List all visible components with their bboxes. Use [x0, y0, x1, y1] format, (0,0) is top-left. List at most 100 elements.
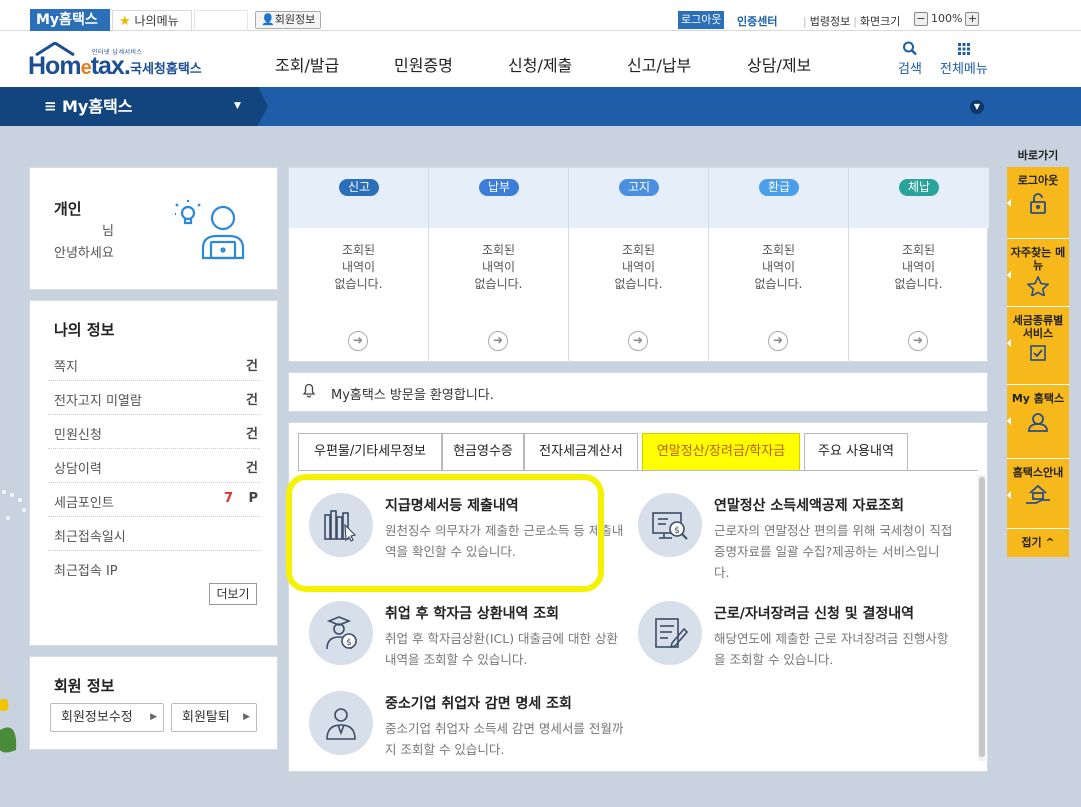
status-message: 조회된 내역이 없습니다.: [754, 243, 803, 291]
member-info-button[interactable]: 👤회원정보: [255, 11, 322, 29]
myhome-tab[interactable]: My홈택스: [30, 9, 110, 31]
all-menu-button[interactable]: 전체메뉴: [940, 40, 988, 77]
status-column-arrears: 체납 조회된 내역이 없습니다. ➜: [849, 168, 989, 363]
tax-points-value: 7: [223, 491, 233, 506]
status-column-notice: 고지 조회된 내역이 없습니다. ➜: [569, 168, 709, 363]
nav-item[interactable]: 신고/납부: [627, 52, 691, 76]
withdraw-button[interactable]: 회원탈퇴 ▶: [171, 703, 257, 732]
tab-major-usage[interactable]: 주요 사용내역: [804, 433, 908, 471]
my-info-card: 나의 정보 쪽지 건 전자고지 미열람 건 민원신청 건 상담이력 건 세금포인트 7 P …: [29, 300, 278, 646]
status-badge: 신고: [339, 179, 379, 196]
chevron-down-icon[interactable]: ▼: [970, 100, 984, 114]
status-column-refund: 환급 조회된 내역이 없습니다. ➜: [709, 168, 849, 363]
service-item[interactable]: $ 연말정산 소득세액공제 자료조회 근로자의 연말정산 편의를 위해 국세청이…: [638, 493, 958, 583]
user-icon: [1028, 413, 1048, 432]
graduate-icon: $: [326, 616, 357, 650]
member-info-title: 회원 정보: [54, 677, 115, 695]
house-hand-icon: [1026, 484, 1050, 504]
zoom-out-button[interactable]: −: [914, 12, 928, 26]
status-summary-panel: 신고 조회된 내역이 없습니다. ➜ 납부 조회된 내역이 없습니다. ➜ 고지 조회된…: [288, 167, 989, 363]
quick-menu-fold-button[interactable]: 접기 ^: [1007, 529, 1069, 557]
status-message: 조회된 내역이 없습니다.: [474, 243, 523, 291]
status-badge: 체납: [899, 179, 939, 196]
tab-cash-receipt[interactable]: 현금영수증: [442, 433, 524, 471]
zoom-in-button[interactable]: +: [965, 12, 980, 26]
user-type: 개인: [54, 200, 82, 218]
tab-year-end-settlement[interactable]: 연말정산/장려금/학자금: [642, 433, 800, 471]
service-description: 중소기업 취업자 소득세 감면 명세서를 전월까지 조회할 수 있습니다.: [385, 721, 624, 757]
scrollbar-thumb[interactable]: [979, 477, 985, 757]
status-badge: 납부: [479, 179, 519, 196]
hometax-logo[interactable]: 인터넷 납세서비스 Hometax. 국세청홈택스: [28, 40, 208, 80]
user-greeting-card: 개인 님 안녕하세요: [29, 167, 278, 290]
top-utility-bar: My홈택스 ★ 나의메뉴 👤회원정보 로그아웃 인증센터 | 법령정보 | 화면크기 …: [0, 0, 1081, 31]
star-icon: [1027, 276, 1049, 296]
grid-icon: [957, 43, 970, 55]
info-row[interactable]: 민원신청 건: [48, 415, 260, 449]
nav-item[interactable]: 민원증명: [394, 52, 453, 76]
info-row[interactable]: 전자고지 미열람 건: [48, 381, 260, 415]
caret-down-icon: ▼: [234, 101, 241, 111]
logout-button[interactable]: 로그아웃: [678, 11, 725, 29]
arrow-right-icon[interactable]: ➜: [628, 331, 648, 351]
status-message: 조회된 내역이 없습니다.: [614, 243, 663, 291]
info-row: 최근접속일시: [48, 517, 260, 551]
edit-member-button[interactable]: 회원정보수정 ▶: [50, 703, 164, 732]
bar-arrow-decoration: [258, 87, 268, 125]
monitor-coin-icon: $: [652, 512, 688, 540]
myhometax-menu-button[interactable]: ≡ My홈택스 ▼: [0, 87, 258, 126]
highlight-annotation: [286, 474, 604, 592]
hamburger-icon: ≡: [44, 97, 57, 115]
status-badge: 고지: [619, 179, 659, 196]
quick-item-myhometax[interactable]: My 홈택스: [1007, 385, 1069, 459]
arrow-right-icon[interactable]: ➜: [348, 331, 368, 351]
tab-mail[interactable]: 우편물/기타세무정보: [298, 433, 442, 471]
auth-center-link[interactable]: 인증센터: [737, 13, 777, 29]
status-message: 조회된 내역이 없습니다.: [894, 243, 943, 291]
document-pen-icon: [655, 618, 689, 649]
service-item[interactable]: 근로/자녀장려금 신청 및 결정내역 해당연도에 제출한 근로 자녀장려금 진행…: [638, 601, 958, 691]
arrow-right-icon[interactable]: ➜: [908, 331, 928, 351]
nav-item[interactable]: 조회/발급: [275, 52, 339, 76]
nav-item[interactable]: 신청/제출: [508, 52, 572, 76]
info-row[interactable]: 세금포인트 7 P: [48, 483, 260, 517]
service-title: 근로/자녀장려금 신청 및 결정내역: [714, 606, 915, 622]
decoration-icon: [0, 490, 26, 753]
info-row[interactable]: 상담이력 건: [48, 449, 260, 483]
user-idea-icon: [175, 200, 245, 260]
info-row[interactable]: 쪽지 건: [48, 347, 260, 381]
law-info-link[interactable]: 법령정보: [810, 15, 850, 28]
service-item[interactable]: 중소기업 취업자 감면 명세 조회 중소기업 취업자 소득세 감면 명세서를 전…: [309, 691, 629, 781]
service-title: 취업 후 학자금 상환내역 조회: [385, 606, 560, 622]
quick-item-tax-services[interactable]: 세금종류별 서비스: [1007, 307, 1069, 385]
welcome-banner: My홈택스 방문을 환영합니다.: [288, 372, 988, 412]
service-description: 근로자의 연말정산 편의를 위해 국세청이 직접 증명자료를 일괄 수집?제공하…: [714, 523, 953, 580]
service-description: 취업 후 학자금상환(ICL) 대출금에 대한 상환내역을 조회할 수 있습니다…: [385, 631, 618, 667]
search-button[interactable]: 검색: [898, 40, 922, 77]
util-links: | 법령정보 | 화면크기: [803, 15, 901, 28]
quick-item-guide[interactable]: 홈택스안내: [1007, 459, 1069, 529]
service-title: 연말정산 소득세액공제 자료조회: [714, 498, 905, 514]
my-info-title: 나의 정보: [54, 321, 115, 339]
my-menu-tab[interactable]: ★ 나의메뉴: [112, 10, 192, 31]
more-button[interactable]: 더보기: [209, 583, 257, 605]
star-icon: ★: [119, 14, 131, 29]
user-name-suffix: 님: [102, 224, 114, 239]
tab-divider: [298, 470, 978, 471]
arrow-right-icon[interactable]: ➜: [768, 331, 788, 351]
svg-text:$: $: [674, 526, 680, 536]
sub-navigation-bar: ≡ My홈택스 ▼ ▼: [0, 87, 1081, 126]
info-row: 최근접속 IP: [54, 564, 118, 579]
tab-e-invoice[interactable]: 전자세금계산서: [524, 433, 638, 471]
status-badge: 환급: [759, 179, 799, 196]
zoom-control: −100% +: [914, 11, 980, 27]
nav-item[interactable]: 상담/제보: [747, 52, 811, 76]
service-item[interactable]: $ 취업 후 학자금 상환내역 조회 취업 후 학자금상환(ICL) 대출금에 …: [309, 601, 629, 691]
arrow-right-icon[interactable]: ➜: [488, 331, 508, 351]
site-header: 인터넷 납세서비스 Hometax. 국세청홈택스 조회/발급 민원증명 신청/…: [0, 31, 1081, 87]
scrollbar[interactable]: [978, 475, 986, 761]
quick-item-logout[interactable]: 로그아웃: [1007, 167, 1069, 239]
status-column-report: 신고 조회된 내역이 없습니다. ➜: [289, 168, 429, 363]
quick-item-favorites[interactable]: 자주찾는 메뉴: [1007, 239, 1069, 307]
service-description: 해당연도에 제출한 근로 자녀장려금 진행사항을 조회할 수 있습니다.: [714, 631, 949, 667]
